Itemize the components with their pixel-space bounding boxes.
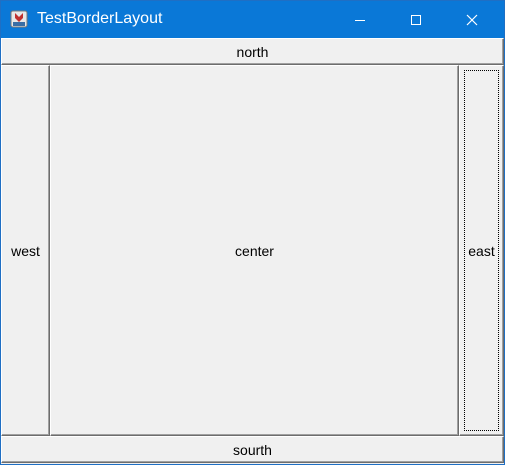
east-button-label: east	[468, 242, 495, 259]
south-button-label: sourth	[233, 441, 272, 458]
app-window: TestBorderLayout north west center east …	[0, 0, 505, 465]
minimize-icon	[355, 19, 365, 21]
maximize-icon	[411, 14, 421, 25]
title-bar[interactable]: TestBorderLayout	[1, 1, 504, 38]
north-button-label: north	[236, 43, 269, 60]
south-button[interactable]: sourth	[1, 436, 504, 463]
border-layout-panel: north west center east sourth	[1, 38, 504, 464]
minimize-button[interactable]	[332, 1, 388, 38]
close-icon	[466, 14, 478, 25]
east-button[interactable]: east	[459, 65, 504, 436]
west-button-label: west	[11, 242, 40, 259]
close-button[interactable]	[444, 1, 500, 38]
java-app-icon	[10, 10, 28, 28]
center-button-label: center	[235, 242, 274, 259]
west-button[interactable]: west	[1, 65, 50, 436]
center-button[interactable]: center	[50, 65, 459, 436]
window-title: TestBorderLayout	[37, 10, 163, 27]
north-button[interactable]: north	[1, 38, 504, 65]
maximize-button[interactable]	[388, 1, 444, 38]
